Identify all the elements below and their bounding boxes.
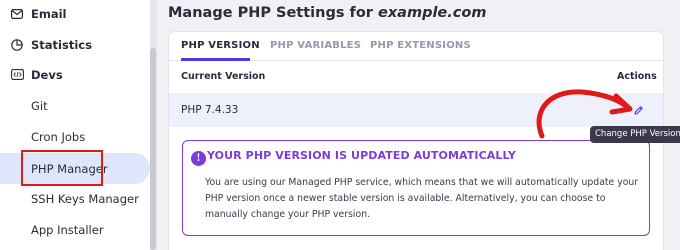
page-title: Manage PHP Settings for example.com [168,5,486,21]
auto-update-notice: ! YOUR PHP VERSION IS UPDATED AUTOMATICA… [182,140,650,236]
sidebar-item-label: Email [31,6,67,21]
sidebar-item-label: Devs [31,67,63,82]
sidebar: Email Statistics Devs Git Cron Jobs PHP … [0,0,150,250]
notice-title: YOUR PHP VERSION IS UPDATED AUTOMATICALL… [207,149,516,162]
active-tab-indicator [181,58,250,61]
email-icon [10,7,24,21]
annotation-arrow-icon [536,89,633,139]
sidebar-divider [156,0,157,250]
page-title-text: Manage PHP Settings for [168,5,373,21]
sidebar-item-email[interactable]: Email [0,0,150,29]
code-icon [10,68,24,82]
tab-php-extensions[interactable]: PHP EXTENSIONS [370,40,471,51]
tab-php-variables[interactable]: PHP VARIABLES [270,40,361,51]
php-version-value: PHP 7.4.33 [181,104,239,116]
tab-php-version[interactable]: PHP VERSION [181,40,260,51]
sidebar-item-git[interactable]: Git [0,90,150,121]
sidebar-item-label: SSH Keys Manager [31,191,139,206]
sidebar-item-label: Statistics [31,37,92,52]
sidebar-item-app-installer[interactable]: App Installer [0,214,150,245]
sidebar-item-label: Git [31,98,48,113]
notice-body: You are using our Managed PHP service, w… [205,177,639,220]
sidebar-item-statistics[interactable]: Statistics [0,29,150,60]
tab-bar: PHP VERSION PHP VARIABLES PHP EXTENSIONS [169,32,663,61]
sidebar-item-ssh-keys-manager[interactable]: SSH Keys Manager [0,183,150,214]
annotation-highlight-box [21,150,103,186]
sidebar-item-cron-jobs[interactable]: Cron Jobs [0,121,150,152]
page-title-domain: example.com [378,5,487,21]
statistics-icon [10,38,24,52]
sidebar-item-devs[interactable]: Devs [0,59,150,90]
column-header-current-version: Current Version [181,71,266,82]
sidebar-item-label: Cron Jobs [31,129,86,144]
sidebar-item-label: App Installer [31,222,104,237]
info-icon: ! [191,151,206,166]
